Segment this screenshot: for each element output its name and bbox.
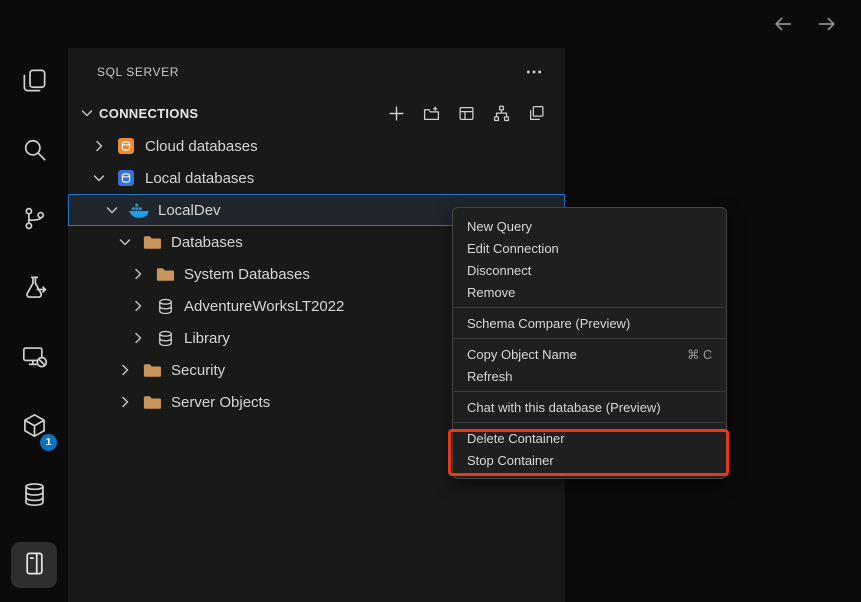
menu-item-edit-connection[interactable]: Edit Connection (453, 237, 726, 259)
activity-source-control[interactable] (0, 186, 68, 255)
menu-separator (454, 307, 725, 308)
menu-item-delete-container[interactable]: Delete Container (453, 427, 726, 449)
chevron-right-icon[interactable] (128, 330, 148, 346)
menu-item-label: Delete Container (467, 431, 565, 446)
local-databases-icon (115, 168, 137, 188)
tree-item-cloud-databases[interactable]: Cloud databases (68, 130, 565, 162)
chevron-right-icon[interactable] (128, 266, 148, 282)
folder-icon (141, 360, 163, 380)
folder-icon (154, 264, 176, 284)
chevron-down-icon[interactable] (78, 105, 96, 121)
menu-item-copy-object-name[interactable]: Copy Object Name ⌘ C (453, 343, 726, 365)
chevron-right-icon[interactable] (115, 362, 135, 378)
menu-item-label: Chat with this database (Preview) (467, 400, 661, 415)
duplicate-icon[interactable] (525, 102, 547, 124)
new-connection-group-icon[interactable] (420, 102, 442, 124)
monitor-disconnected-icon (21, 343, 48, 375)
activity-flask[interactable] (0, 255, 68, 324)
tree-item-label: System Databases (184, 266, 310, 283)
activity-pages-copy[interactable] (0, 48, 68, 117)
menu-item-label: Disconnect (467, 263, 531, 278)
menu-item-label: Copy Object Name (467, 347, 577, 362)
tree-item-label: LocalDev (158, 202, 221, 219)
activity-remote-monitor[interactable] (0, 324, 68, 393)
database-cylinder-icon (154, 296, 176, 316)
menu-item-new-query[interactable]: New Query (453, 215, 726, 237)
menu-item-label: Refresh (467, 369, 513, 384)
connections-section-label: CONNECTIONS (99, 106, 198, 121)
navigate-forward-icon[interactable] (815, 12, 839, 36)
chevron-right-icon[interactable] (89, 138, 109, 154)
menu-item-stop-container[interactable]: Stop Container (453, 449, 726, 471)
flask-arrow-icon (21, 274, 48, 306)
menu-item-label: Remove (467, 285, 515, 300)
menu-item-label: Edit Connection (467, 241, 559, 256)
tree-item-label: Databases (171, 234, 243, 251)
vscode-window: 1 SQL SERVER CONNECTIONS (0, 0, 861, 602)
connections-section-header[interactable]: CONNECTIONS (68, 96, 565, 130)
menu-item-label: Schema Compare (Preview) (467, 316, 630, 331)
sidebar-title: SQL SERVER (97, 65, 179, 79)
chevron-down-icon[interactable] (102, 202, 122, 218)
navigate-back-icon[interactable] (771, 12, 795, 36)
activity-containers[interactable]: 1 (0, 393, 68, 462)
activity-search[interactable] (0, 117, 68, 186)
sql-server-database-icon (21, 550, 48, 582)
menu-item-schema-compare[interactable]: Schema Compare (Preview) (453, 312, 726, 334)
tree-item-label: Cloud databases (145, 138, 258, 155)
chevron-down-icon[interactable] (89, 170, 109, 186)
barrel-container-icon (21, 481, 48, 513)
context-menu: New Query Edit Connection Disconnect Rem… (452, 207, 727, 479)
chevron-down-icon[interactable] (115, 234, 135, 250)
database-cylinder-icon (154, 328, 176, 348)
menu-item-remove[interactable]: Remove (453, 281, 726, 303)
menu-item-label: New Query (467, 219, 532, 234)
connect-hierarchy-icon[interactable] (490, 102, 512, 124)
title-bar (0, 0, 861, 48)
activity-bar: 1 (0, 48, 68, 602)
activity-sql-server[interactable] (0, 531, 68, 600)
menu-item-disconnect[interactable]: Disconnect (453, 259, 726, 281)
cloud-databases-icon (115, 136, 137, 156)
section-toolbar (385, 102, 547, 124)
chevron-right-icon[interactable] (128, 298, 148, 314)
folder-icon (141, 392, 163, 412)
new-table-icon[interactable] (455, 102, 477, 124)
chevron-right-icon[interactable] (115, 394, 135, 410)
menu-item-shortcut: ⌘ C (687, 347, 712, 362)
menu-item-chat-with-database[interactable]: Chat with this database (Preview) (453, 396, 726, 418)
menu-separator (454, 391, 725, 392)
tree-item-local-databases[interactable]: Local databases (68, 162, 565, 194)
tree-item-label: Library (184, 330, 230, 347)
folder-icon (141, 232, 163, 252)
more-actions-icon[interactable] (525, 63, 543, 81)
sidebar-header: SQL SERVER (68, 48, 565, 96)
source-control-branch-icon (21, 205, 48, 237)
tree-item-label: Security (171, 362, 225, 379)
pages-copy-icon (21, 67, 48, 99)
tree-item-label: Local databases (145, 170, 254, 187)
menu-separator (454, 338, 725, 339)
menu-item-label: Stop Container (467, 453, 554, 468)
search-icon (21, 136, 48, 168)
add-connection-icon[interactable] (385, 102, 407, 124)
container-badge: 1 (40, 434, 57, 451)
tree-item-label: AdventureWorksLT2022 (184, 298, 344, 315)
menu-item-refresh[interactable]: Refresh (453, 365, 726, 387)
docker-whale-icon (128, 200, 150, 220)
activity-barrel[interactable] (0, 462, 68, 531)
menu-separator (454, 422, 725, 423)
tree-item-label: Server Objects (171, 394, 270, 411)
